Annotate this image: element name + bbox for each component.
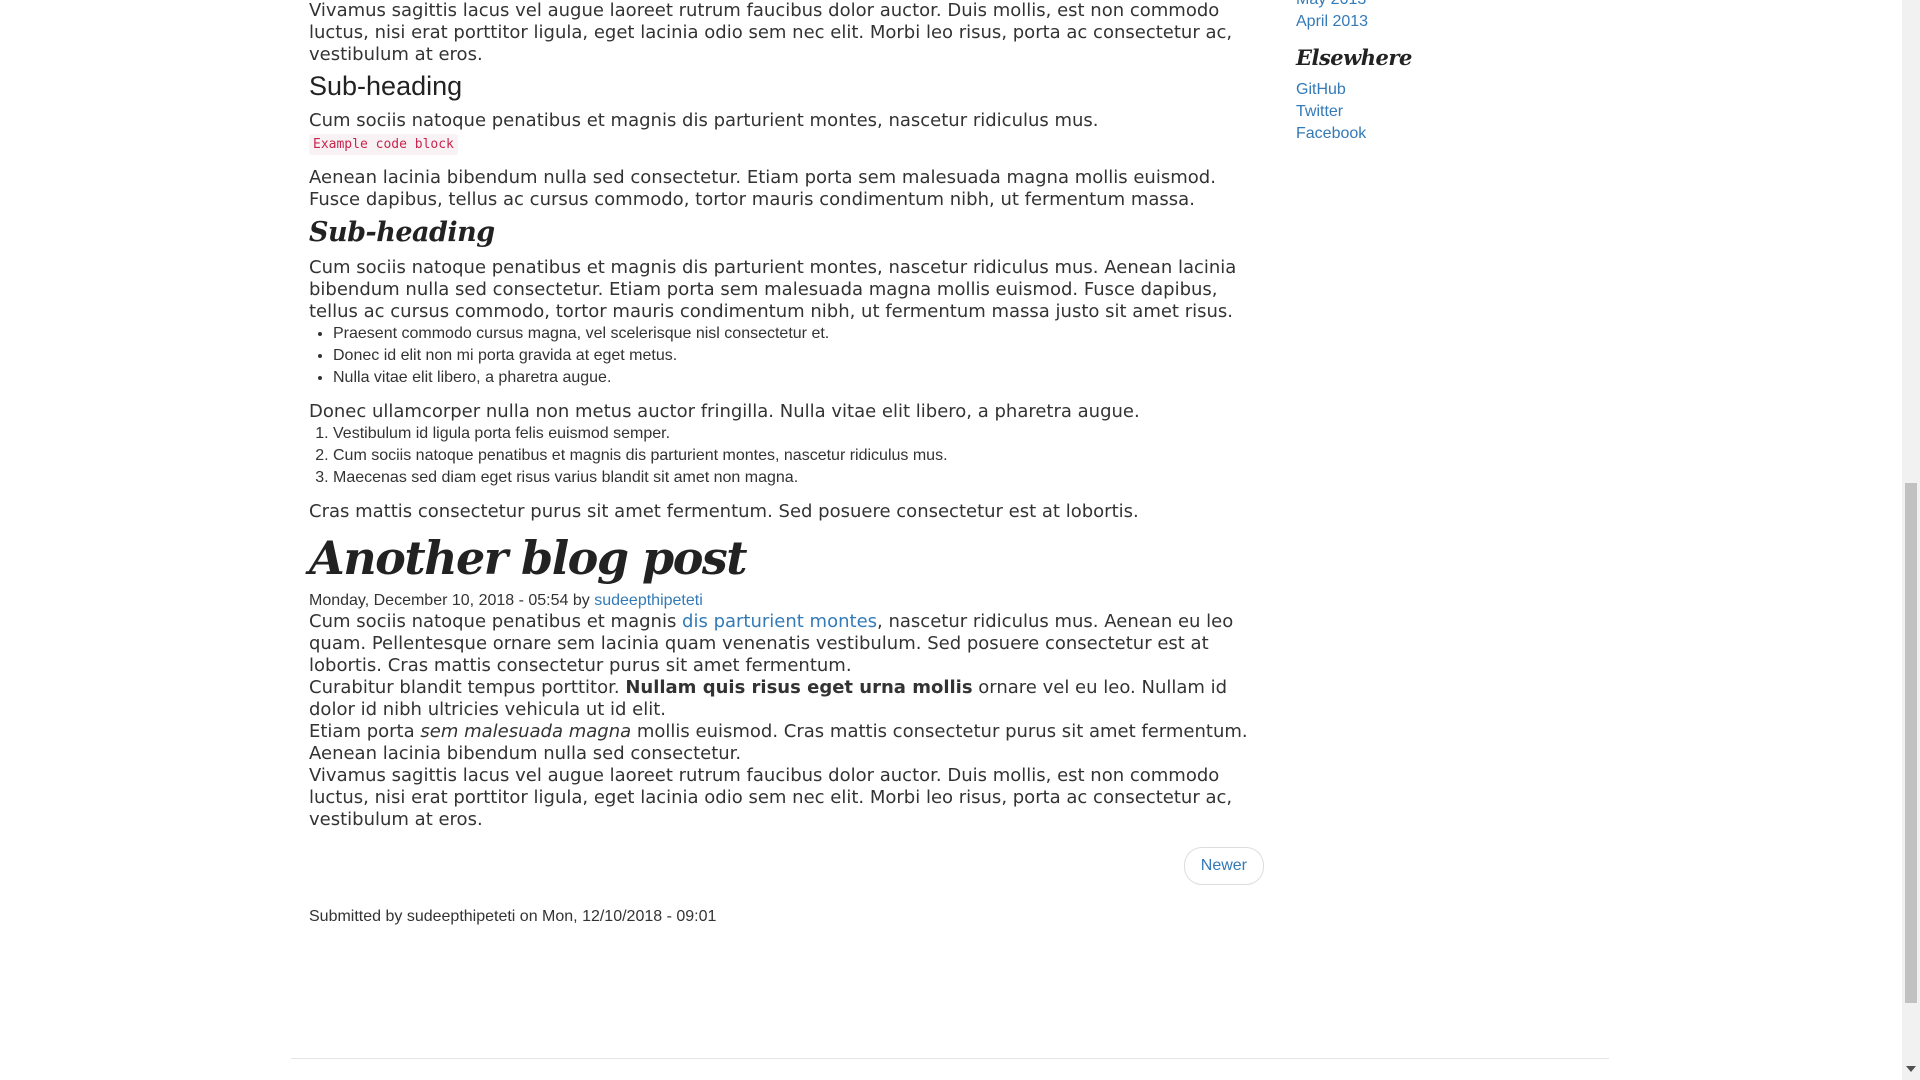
subheading-1: Sub-heading xyxy=(309,71,463,101)
text-segment: Cum sociis natoque penatibus et magnis xyxy=(309,611,683,632)
vertical-scrollbar[interactable] xyxy=(1902,0,1920,1080)
numbered-list: Vestibulum id ligula porta felis euismod… xyxy=(309,423,1264,489)
list-item: Vestibulum id ligula porta felis euismod… xyxy=(333,423,1264,445)
text-segment: Etiam porta xyxy=(309,721,421,742)
inline-link[interactable]: dis parturient montes xyxy=(682,611,877,632)
post-meta-by: by xyxy=(572,592,590,609)
newer-button[interactable]: Newer xyxy=(1183,847,1264,885)
archive-list: May 2013 April 2013 xyxy=(1296,0,1556,33)
main-content: Vivamus sagittis lacus vel augue laoreet… xyxy=(309,0,1264,927)
post-date: Monday, December 10, 2018 - 05:54 xyxy=(309,592,569,609)
footer-divider xyxy=(291,1058,1609,1059)
page: Vivamus sagittis lacus vel augue laoreet… xyxy=(0,0,1920,1080)
author-link[interactable]: sudeepthipeteti xyxy=(594,592,703,609)
github-link[interactable]: GitHub xyxy=(1296,79,1556,101)
post-paragraph-4: Vivamus sagittis lacus vel augue laoreet… xyxy=(309,765,1233,830)
subheading-1-paragraph: Cum sociis natoque penatibus et magnis d… xyxy=(309,110,1099,131)
italic-text: sem malesuada magna xyxy=(420,721,632,742)
list-item: Donec id elit non mi porta gravida at eg… xyxy=(333,345,1264,367)
post-meta: Monday, December 10, 2018 - 05:54 by sud… xyxy=(309,591,1264,611)
facebook-link[interactable]: Facebook xyxy=(1296,123,1556,145)
after-code-paragraph: Aenean lacinia bibendum nulla sed consec… xyxy=(309,167,1216,210)
intro-paragraph: Vivamus sagittis lacus vel augue laoreet… xyxy=(309,0,1233,65)
post-title: Another blog post xyxy=(309,531,748,585)
scroll-down-arrow-icon[interactable] xyxy=(1906,1066,1916,1072)
list-item: Cum sociis natoque penatibus et magnis d… xyxy=(333,445,1264,467)
twitter-link[interactable]: Twitter xyxy=(1296,101,1556,123)
sidebar: May 2013 April 2013 Elsewhere GitHub Twi… xyxy=(1296,0,1556,145)
pager: Newer xyxy=(309,847,1264,885)
subheading-2: Sub-heading xyxy=(309,217,495,248)
code-block: Example code block xyxy=(309,134,458,155)
list-item: Maecenas sed diam eget risus varius blan… xyxy=(333,467,1264,489)
post-paragraph-1: Cum sociis natoque penatibus et magnis d… xyxy=(309,611,1264,677)
scrollbar-thumb[interactable] xyxy=(1905,483,1917,1003)
after-bullets-paragraph: Donec ullamcorper nulla non metus auctor… xyxy=(309,401,1140,422)
closing-paragraph: Cras mattis consectetur purus sit amet f… xyxy=(309,501,1139,522)
post-paragraph-3: Etiam porta sem malesuada magna mollis e… xyxy=(309,721,1264,765)
archive-link-may-2013[interactable]: May 2013 xyxy=(1296,0,1556,11)
post-paragraph-2: Curabitur blandit tempus porttitor. Null… xyxy=(309,677,1264,721)
list-item: Praesent commodo cursus magna, vel scele… xyxy=(333,323,1264,345)
text-segment: Curabitur blandit tempus porttitor. xyxy=(309,677,626,698)
elsewhere-heading: Elsewhere xyxy=(1296,45,1412,70)
list-item: Nulla vitae elit libero, a pharetra augu… xyxy=(333,367,1264,389)
bold-text: Nullam quis risus eget urna mollis xyxy=(625,677,973,698)
archive-link-april-2013[interactable]: April 2013 xyxy=(1296,11,1556,33)
submitted-info: Submitted by sudeepthipeteti on Mon, 12/… xyxy=(309,908,717,925)
bullet-list: Praesent commodo cursus magna, vel scele… xyxy=(309,323,1264,389)
subheading-2-paragraph: Cum sociis natoque penatibus et magnis d… xyxy=(309,257,1237,322)
